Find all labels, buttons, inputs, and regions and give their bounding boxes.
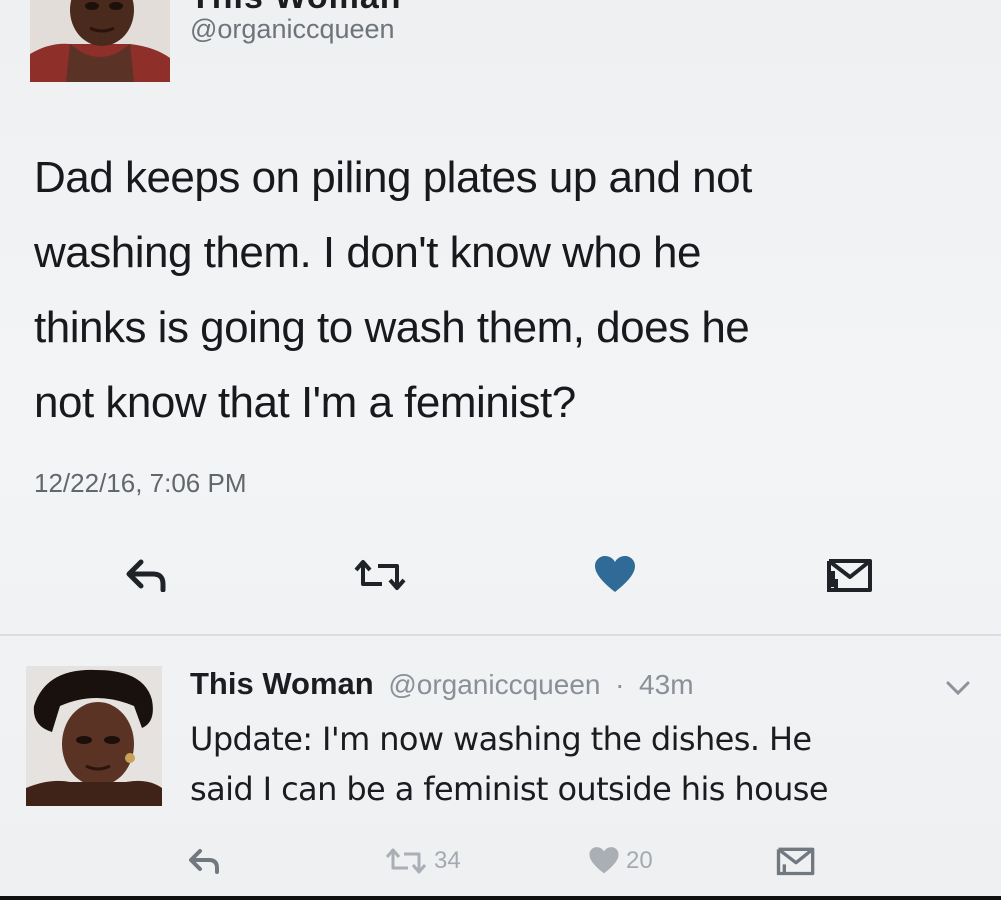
heart-icon <box>589 847 619 874</box>
retweet-icon <box>385 848 427 874</box>
retweet-count: 34 <box>434 847 461 874</box>
reply-reply-button[interactable] <box>188 836 222 886</box>
avatar-image <box>26 666 162 806</box>
bottom-edge <box>0 896 1001 900</box>
retweet-icon <box>354 560 406 590</box>
retweet-button[interactable] <box>340 540 420 610</box>
direct-message-icon <box>776 847 815 876</box>
meta-separator: · <box>615 669 625 700</box>
reply-header: This Woman @organiccqueen · 43m <box>190 666 694 702</box>
reply-like-button[interactable]: 20 <box>588 836 653 886</box>
tweet-timestamp[interactable]: 12/22/16, 7:06 PM <box>34 468 246 499</box>
tweet-text: Dad keeps on piling plates up and not wa… <box>34 153 752 427</box>
like-button[interactable] <box>580 540 650 610</box>
avatar-image <box>30 0 170 82</box>
reply-arrow-icon <box>126 559 166 592</box>
screenshot-canvas: This Woman @organiccqueen Dad keeps on p… <box>0 0 1001 900</box>
author-handle[interactable]: @organiccqueen <box>190 14 395 45</box>
author-avatar[interactable] <box>30 0 170 82</box>
reply-direct-message-button[interactable] <box>776 836 816 886</box>
direct-message-button[interactable] <box>815 540 885 610</box>
heart-icon <box>595 556 635 592</box>
like-count: 20 <box>626 847 653 874</box>
reply-retweet-button[interactable]: 34 <box>384 836 461 886</box>
main-tweet: This Woman @organiccqueen Dad keeps on p… <box>0 0 1001 640</box>
reply-tweet[interactable]: This Woman @organiccqueen · 43m Update: … <box>0 636 1001 900</box>
reply-author-handle[interactable]: @organiccqueen <box>388 669 600 700</box>
reply-age[interactable]: 43m <box>639 669 693 700</box>
tweet-options-button[interactable] <box>944 676 972 700</box>
reply-button[interactable] <box>112 540 182 610</box>
tweet-action-bar <box>0 540 1001 610</box>
chevron-down-icon <box>946 681 970 696</box>
reply-arrow-icon <box>189 849 219 874</box>
reply-author-avatar[interactable] <box>26 666 162 806</box>
direct-message-icon <box>827 559 872 592</box>
reply-action-bar: 34 20 <box>0 836 1001 886</box>
reply-author-display-name[interactable]: This Woman <box>190 666 374 701</box>
reply-text: Update: I'm now washing the dishes. He s… <box>190 720 829 808</box>
